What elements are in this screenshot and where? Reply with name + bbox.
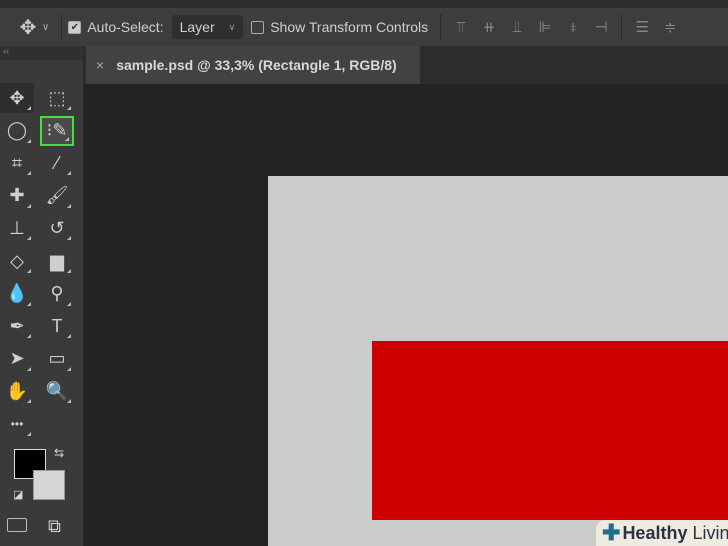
history-brush-icon: ↺ xyxy=(49,217,65,238)
healing-brush-tool[interactable]: ✚ xyxy=(0,181,34,211)
align-vertical-center-icon[interactable]: ⧺ xyxy=(475,18,503,36)
plus-leaf-icon: ✚ xyxy=(602,520,621,545)
background-color-swatch[interactable] xyxy=(33,470,65,500)
distribute-top-icon[interactable]: ☰ xyxy=(628,18,656,36)
marquee-icon: ⬚ xyxy=(48,87,66,108)
blur-icon: 💧 xyxy=(5,283,29,304)
move-tool[interactable]: ✥ xyxy=(0,83,34,113)
document-tab[interactable]: × sample.psd @ 33,3% (Rectangle 1, RGB/8) xyxy=(86,46,420,84)
gradient-icon: ▆ xyxy=(50,250,64,271)
quick-mask-icon[interactable] xyxy=(7,518,27,532)
eraser-tool[interactable]: ◇ xyxy=(0,246,34,276)
watermark-brand: Healthy xyxy=(622,522,688,543)
close-tab-icon[interactable]: × xyxy=(96,57,104,73)
show-transform-controls-checkbox[interactable]: Show Transform Controls xyxy=(251,19,428,35)
document-tab-title: sample.psd @ 33,3% (Rectangle 1, RGB/8) xyxy=(116,57,397,73)
zoom-tool[interactable]: 🔍 xyxy=(40,376,74,406)
menu-strip xyxy=(0,0,728,8)
swap-colors-icon[interactable]: ⇆ xyxy=(54,446,64,460)
eyedropper-tool[interactable]: ⁄ xyxy=(40,148,74,178)
hand-icon: ✋ xyxy=(5,380,29,401)
eraser-icon: ◇ xyxy=(10,250,24,271)
lasso-icon: ◯ xyxy=(6,120,28,141)
zoom-icon: 🔍 xyxy=(45,380,69,401)
layer-dropdown[interactable]: Layer ∨ xyxy=(171,15,244,39)
divider xyxy=(61,14,63,40)
blur-tool[interactable]: 💧 xyxy=(0,279,34,309)
auto-select-label: Auto-Select: xyxy=(87,19,164,35)
move-icon[interactable]: ✥ xyxy=(14,15,42,40)
path-selection-icon: ➤ xyxy=(9,348,25,369)
document-tab-bar: × sample.psd @ 33,3% (Rectangle 1, RGB/8) xyxy=(84,46,728,84)
dodge-tool[interactable]: ⚲ xyxy=(40,279,74,309)
pen-tool[interactable]: ✒ xyxy=(0,311,34,341)
clone-stamp-icon: ⊥ xyxy=(9,217,25,238)
rectangle-tool[interactable]: ▭ xyxy=(40,344,74,374)
history-brush-tool[interactable]: ↺ xyxy=(40,213,74,243)
editbar-icon: ••• xyxy=(10,417,24,431)
distribute-center-icon[interactable]: ≑ xyxy=(656,18,684,36)
tools-panel: ‹‹ ✥ ⬚ ◯ ⁝✎ ⌗ ⁄ ✚ 🖌 ⊥ ↺ ◇ ▆ 💧 ⚲ ✒ T ➤ ▭ ✋ 🔍 ••• ⇆ ◪ ⧉ xyxy=(0,46,84,546)
divider xyxy=(440,14,442,40)
clone-stamp-tool[interactable]: ⊥ xyxy=(0,213,34,243)
type-tool[interactable]: T xyxy=(40,311,74,341)
default-colors-icon[interactable]: ◪ xyxy=(13,488,23,501)
watermark-suffix: Living xyxy=(692,522,728,543)
collapse-panel-icon[interactable]: ‹‹ xyxy=(0,46,83,60)
red-rectangle-layer[interactable] xyxy=(372,341,728,520)
align-left-icon[interactable]: ⊫ xyxy=(531,18,559,36)
edit-toolbar[interactable]: ••• xyxy=(0,409,34,439)
options-bar: ✥ ∨ ✔ Auto-Select: Layer ∨ Show Transform … xyxy=(0,8,728,46)
align-top-icon[interactable]: ⫪ xyxy=(447,19,475,36)
pen-icon: ✒ xyxy=(9,315,25,336)
divider xyxy=(621,14,623,40)
marquee-tool[interactable]: ⬚ xyxy=(40,83,74,113)
chevron-down-icon: ∨ xyxy=(228,21,236,32)
align-horizontal-center-icon[interactable]: ⧧ xyxy=(559,19,587,36)
checkbox-icon[interactable] xyxy=(251,20,265,34)
hand-tool[interactable]: ✋ xyxy=(0,376,34,406)
path-selection-tool[interactable]: ➤ xyxy=(0,344,34,374)
dodge-icon: ⚲ xyxy=(50,283,64,304)
brush-tool[interactable]: 🖌 xyxy=(40,181,74,211)
lasso-tool[interactable]: ◯ xyxy=(0,116,34,146)
quick-selection-icon: ⁝✎ xyxy=(46,120,68,141)
align-bottom-icon[interactable]: ⫫ xyxy=(503,19,531,36)
watermark-logo: ✚Healthy Living xyxy=(596,520,728,546)
layer-dropdown-value: Layer xyxy=(179,19,215,35)
auto-select-checkbox[interactable]: ✔ Auto-Select: xyxy=(68,19,164,35)
eyedropper-icon: ⁄ xyxy=(55,152,59,173)
rectangle-icon: ▭ xyxy=(48,348,66,369)
show-transform-label: Show Transform Controls xyxy=(270,19,429,35)
gradient-tool[interactable]: ▆ xyxy=(40,246,74,276)
type-icon: T xyxy=(51,315,63,336)
screen-mode-icon[interactable]: ⧉ xyxy=(48,516,61,537)
brush-icon: 🖌 xyxy=(45,185,69,206)
align-right-icon[interactable]: ⊣ xyxy=(587,18,615,36)
quick-selection-tool[interactable]: ⁝✎ xyxy=(40,115,74,146)
checkbox-checked-icon[interactable]: ✔ xyxy=(68,20,82,34)
chevron-down-icon[interactable]: ∨ xyxy=(42,22,49,33)
crop-tool[interactable]: ⌗ xyxy=(0,148,34,178)
crop-icon: ⌗ xyxy=(11,152,23,173)
healing-brush-icon: ✚ xyxy=(9,185,25,206)
move-icon: ✥ xyxy=(9,87,25,108)
